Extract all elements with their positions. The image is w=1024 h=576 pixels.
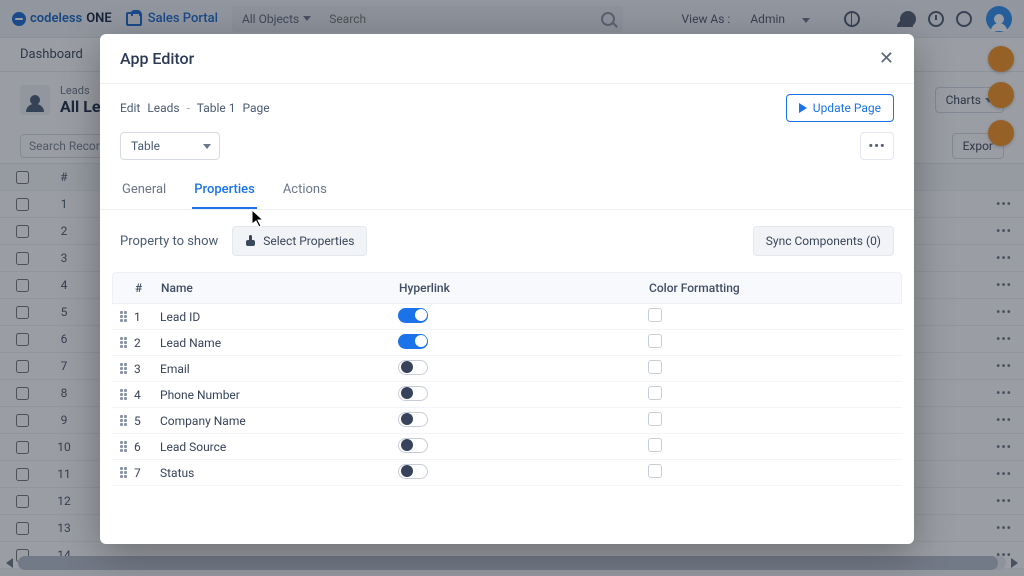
hyperlink-toggle[interactable] [398, 438, 428, 453]
color-formatting-checkbox[interactable] [648, 334, 662, 348]
property-number: 5 [134, 414, 160, 428]
property-number: 3 [134, 362, 160, 376]
property-row: 5Company Name [112, 408, 902, 434]
view-type-select[interactable]: Table [120, 132, 220, 160]
property-name: Company Name [160, 414, 398, 428]
property-row: 7Status [112, 460, 902, 486]
property-name: Lead Source [160, 440, 398, 454]
color-formatting-checkbox[interactable] [648, 386, 662, 400]
select-properties-button[interactable]: Select Properties [232, 226, 367, 256]
hyperlink-toggle[interactable] [398, 412, 428, 427]
color-formatting-checkbox[interactable] [648, 438, 662, 452]
crumb-edit[interactable]: Edit [120, 101, 140, 115]
drag-handle-icon[interactable] [112, 363, 134, 374]
col-color-formatting: Color Formatting [649, 281, 901, 295]
drag-handle-icon[interactable] [112, 441, 134, 452]
col-name: Name [161, 281, 399, 295]
hyperlink-toggle[interactable] [398, 360, 428, 375]
property-row: 2Lead Name [112, 330, 902, 356]
color-formatting-checkbox[interactable] [648, 360, 662, 374]
property-number: 4 [134, 388, 160, 402]
property-to-show-label: Property to show [120, 234, 218, 249]
close-button[interactable]: ✕ [879, 48, 894, 69]
modal-toolbar: Table ••• [100, 132, 914, 172]
update-page-button[interactable]: Update Page [786, 94, 894, 122]
modal-tabs: General Properties Actions [100, 172, 914, 210]
tab-general[interactable]: General [120, 172, 168, 209]
property-row: 6Lead Source [112, 434, 902, 460]
paper-plane-icon [799, 103, 807, 113]
property-row: 3Email [112, 356, 902, 382]
update-page-label: Update Page [813, 101, 881, 115]
crumb-leads[interactable]: Leads [147, 101, 179, 115]
modal-title: App Editor [120, 49, 194, 68]
chevron-down-icon [203, 144, 211, 149]
properties-table-header: # Name Hyperlink Color Formatting [112, 272, 902, 304]
hyperlink-toggle[interactable] [398, 308, 428, 323]
select-properties-label: Select Properties [263, 234, 354, 248]
modal-breadcrumb-row: Edit Leads - Table 1 Page Update Page [100, 84, 914, 132]
sync-components-button[interactable]: Sync Components (0) [753, 226, 894, 256]
tab-properties[interactable]: Properties [192, 172, 257, 209]
color-formatting-checkbox[interactable] [648, 308, 662, 322]
property-row: 4Phone Number [112, 382, 902, 408]
property-name: Lead ID [160, 310, 398, 324]
crumb-page: Page [242, 101, 269, 115]
hyperlink-toggle[interactable] [398, 464, 428, 479]
crumb-sep: - [187, 101, 190, 115]
color-formatting-checkbox[interactable] [648, 464, 662, 478]
crumb-table[interactable]: Table 1 [197, 101, 236, 115]
drag-handle-icon[interactable] [112, 467, 134, 478]
hyperlink-toggle[interactable] [398, 334, 428, 349]
breadcrumb: Edit Leads - Table 1 Page [120, 101, 270, 115]
property-toolbar: Property to show Select Properties Sync … [100, 210, 914, 272]
properties-table: # Name Hyperlink Color Formatting 1Lead … [112, 272, 902, 486]
property-number: 1 [134, 310, 160, 324]
property-number: 6 [134, 440, 160, 454]
property-name: Email [160, 362, 398, 376]
drag-handle-icon[interactable] [112, 311, 134, 322]
tab-actions[interactable]: Actions [281, 172, 329, 209]
pointer-icon [245, 235, 257, 247]
col-hyperlink: Hyperlink [399, 281, 649, 295]
view-type-value: Table [131, 139, 160, 153]
property-name: Status [160, 466, 398, 480]
property-name: Lead Name [160, 336, 398, 350]
property-name: Phone Number [160, 388, 398, 402]
color-formatting-checkbox[interactable] [648, 412, 662, 426]
property-number: 7 [134, 466, 160, 480]
app-editor-modal: App Editor ✕ Edit Leads - Table 1 Page U… [100, 34, 914, 544]
drag-handle-icon[interactable] [112, 337, 134, 348]
col-number: # [135, 281, 161, 295]
modal-header: App Editor ✕ [100, 34, 914, 84]
drag-handle-icon[interactable] [112, 389, 134, 400]
property-number: 2 [134, 336, 160, 350]
drag-handle-icon[interactable] [112, 415, 134, 426]
property-row: 1Lead ID [112, 304, 902, 330]
hyperlink-toggle[interactable] [398, 386, 428, 401]
more-options-button[interactable]: ••• [860, 132, 894, 160]
